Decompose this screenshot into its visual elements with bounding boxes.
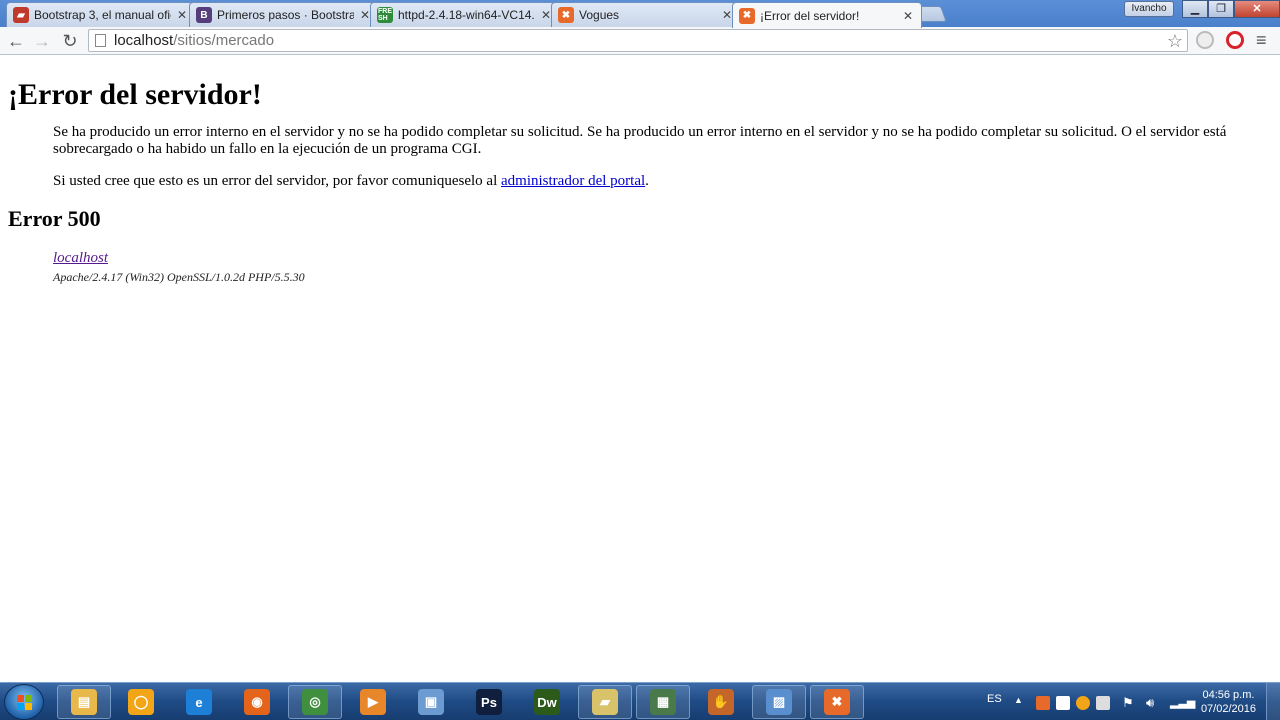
taskbar-button[interactable]: ✖ <box>810 685 864 719</box>
browser-toolbar: ← → ↻ localhost/sitios/mercado ☆ <box>0 27 1280 55</box>
photoshop-icon: Ps <box>476 689 502 715</box>
opera-icon[interactable] <box>1226 31 1244 49</box>
back-arrow-icon[interactable]: ← <box>6 31 26 51</box>
xampp-icon: ✖ <box>739 7 755 24</box>
taskbar-button[interactable]: Ps <box>462 685 516 719</box>
maximize-button[interactable]: ❐ <box>1208 0 1234 18</box>
contact-paragraph: Si usted cree que esto es un error del s… <box>53 173 1232 190</box>
windows-logo-icon <box>17 695 33 711</box>
error-message: Se ha producido un error interno en el s… <box>53 124 1232 190</box>
bookmark-star-icon[interactable]: ☆ <box>1167 30 1183 52</box>
taskbar-button[interactable]: ▤ <box>57 685 111 719</box>
network-icon[interactable]: ▂▃▅ <box>1170 696 1195 710</box>
forward-arrow-icon[interactable]: → <box>32 31 52 51</box>
url-path: /sitios/mercado <box>173 32 275 49</box>
contact-end: . <box>645 173 649 189</box>
show-desktop-button[interactable] <box>1266 683 1280 720</box>
internet-explorer-icon: e <box>186 689 212 715</box>
tab-title: Vogues <box>579 8 620 22</box>
minimize-button[interactable]: ▁ <box>1182 0 1208 18</box>
tab-error-del-servidor[interactable]: ✖ ¡Error del servidor! ✕ <box>732 2 922 28</box>
taskbar-button[interactable]: ✋ <box>694 685 748 719</box>
url-host: localhost <box>114 32 174 49</box>
system-tray: ES ▲ ⚑ 🔊︎ ▂▃▅ 04:56 p.m. 07/02/2016 <box>980 683 1280 720</box>
close-window-button[interactable]: ✕ <box>1234 0 1280 18</box>
fresh-icon: FRE SH <box>377 7 393 23</box>
error-paragraph: Se ha producido un error interno en el s… <box>53 124 1227 157</box>
tab-title: Bootstrap 3, el manual ofic <box>34 8 171 22</box>
page-icon <box>95 34 106 47</box>
bootstrap-icon: B <box>196 7 212 23</box>
page-content: ¡Error del servidor! Se ha producido un … <box>8 58 1272 285</box>
dreamweaver-icon: Dw <box>534 689 560 715</box>
video-player-icon: ▶ <box>360 689 386 715</box>
taskbar-button[interactable]: Dw <box>520 685 574 719</box>
menu-icon[interactable]: ≡ <box>1256 30 1267 50</box>
taskbar-button[interactable]: ▦ <box>636 685 690 719</box>
reload-icon[interactable]: ↻ <box>60 31 80 51</box>
tab-primeros-pasos[interactable]: B Primeros pasos · Bootstrap ✕ <box>189 2 379 27</box>
window-controls: ▁ ❐ ✕ <box>1182 0 1280 18</box>
browser-tab-strip: ▰ Bootstrap 3, el manual ofic ✕ B Primer… <box>0 0 1280 28</box>
language-indicator[interactable]: ES <box>987 693 1002 705</box>
server-signature: Apache/2.4.17 (Win32) OpenSSL/1.0.2d PHP… <box>53 270 305 284</box>
media-player-icon: ◯ <box>128 689 154 715</box>
taskbar-button[interactable]: ▶ <box>346 685 400 719</box>
taskbar-button[interactable]: ◎ <box>288 685 342 719</box>
contact-text: Si usted cree que esto es un error del s… <box>53 173 502 189</box>
flag-tray-icon[interactable]: ⚑ <box>1122 696 1136 710</box>
tab-vogues[interactable]: ✖ Vogues ✕ <box>551 2 741 27</box>
xampp-icon: ✖ <box>824 689 850 715</box>
image-viewer-icon: ▨ <box>766 689 792 715</box>
tab-httpd[interactable]: FRE SH httpd-2.4.18-win64-VC14.z ✕ <box>370 2 560 27</box>
admin-link[interactable]: administrador del portal <box>501 173 645 189</box>
tab-title: ¡Error del servidor! <box>760 8 860 23</box>
taskbar-button[interactable]: ▨ <box>752 685 806 719</box>
close-tab-icon[interactable]: ✕ <box>901 9 915 23</box>
clock-time: 04:56 p.m. <box>1202 689 1255 701</box>
show-hidden-icons[interactable]: ▲ <box>1014 695 1023 705</box>
clock-date: 07/02/2016 <box>1200 703 1256 715</box>
profile-button[interactable]: Ivancho <box>1124 1 1174 17</box>
windows-taskbar: ▤ ◯ e ◉ ◎ ▶ ▣ Ps Dw ▰ ▦ ✋ ▨ ✖ ES ▲ ⚑ 🔊︎ ▂▃▅ 04:56 p.m… <box>0 682 1280 720</box>
xampp-tray-icon[interactable] <box>1036 696 1050 710</box>
start-button[interactable] <box>4 684 44 720</box>
page-title: ¡Error del servidor! <box>8 78 262 111</box>
windows-tray-icon[interactable] <box>1056 696 1070 710</box>
close-tab-icon[interactable]: ✕ <box>175 8 189 22</box>
localhost-link[interactable]: localhost <box>53 250 108 266</box>
volume-icon[interactable]: 🔊︎ <box>1146 696 1160 710</box>
taskbar-button[interactable]: e <box>172 685 226 719</box>
file-explorer-icon: ▤ <box>71 689 97 715</box>
firefox-icon: ◉ <box>244 689 270 715</box>
tab-title: Primeros pasos · Bootstrap <box>217 8 354 22</box>
folder-icon: ▰ <box>592 689 618 715</box>
xampp-icon: ✖ <box>558 7 574 23</box>
update-tray-icon[interactable] <box>1076 696 1090 710</box>
error-code-heading: Error 500 <box>8 206 101 231</box>
book-icon: ▰ <box>13 7 29 23</box>
extension-icon[interactable] <box>1196 31 1214 49</box>
clock[interactable]: 04:56 p.m. 07/02/2016 <box>1201 688 1256 716</box>
taskbar-button[interactable]: ▰ <box>578 685 632 719</box>
server-address: localhost Apache/2.4.17 (Win32) OpenSSL/… <box>53 249 1272 285</box>
virtualbox-icon: ▣ <box>418 689 444 715</box>
address-bar[interactable]: localhost/sitios/mercado ☆ <box>88 29 1188 52</box>
tab-title: httpd-2.4.18-win64-VC14.z <box>398 8 535 22</box>
taskbar-button[interactable]: ◉ <box>230 685 284 719</box>
baseball-glove-icon: ✋ <box>708 689 734 715</box>
taskbar-button[interactable]: ▣ <box>404 685 458 719</box>
taskbar-button[interactable]: ◯ <box>114 685 168 719</box>
tab-bootstrap-manual[interactable]: ▰ Bootstrap 3, el manual ofic ✕ <box>6 2 196 27</box>
chrome-icon: ◎ <box>302 689 328 715</box>
monitor-icon: ▦ <box>650 689 676 715</box>
clipboard-tray-icon[interactable] <box>1096 696 1110 710</box>
